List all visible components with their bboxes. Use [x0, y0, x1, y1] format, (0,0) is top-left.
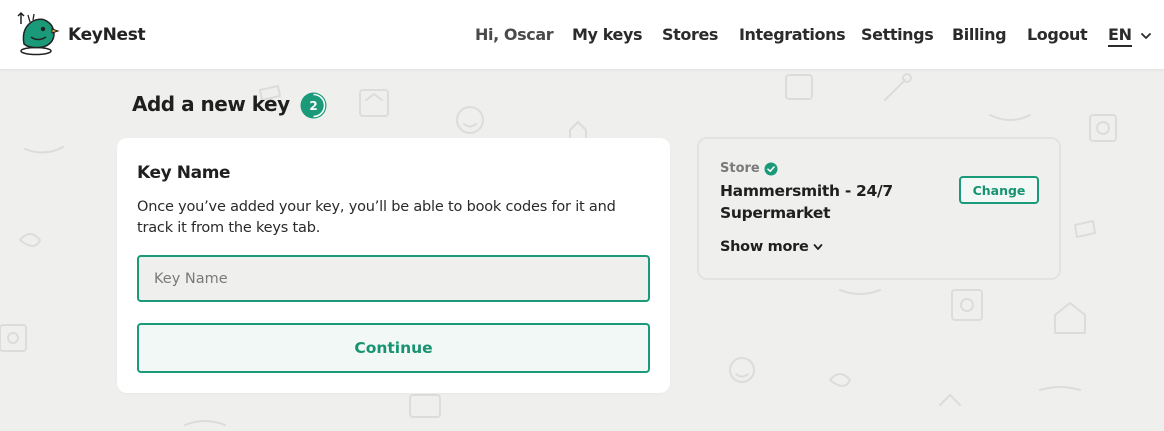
check-circle-icon [764, 162, 778, 175]
key-name-heading: Key Name [137, 163, 231, 183]
user-greeting: Hi, Oscar [475, 25, 554, 44]
change-store-button[interactable]: Change [959, 176, 1039, 204]
store-card: Store Hammersmith - 24/7 Supermarket Cha… [697, 137, 1061, 280]
nav-stores[interactable]: Stores [662, 25, 718, 44]
language-selector[interactable]: EN [1108, 25, 1152, 47]
continue-button[interactable]: Continue [137, 323, 650, 373]
store-name: Hammersmith - 24/7 Supermarket [720, 182, 893, 222]
step-indicator: 2 [299, 91, 328, 120]
nav-billing[interactable]: Billing [952, 25, 1007, 44]
key-name-description: Once you’ve added your key, you’ll be ab… [137, 199, 616, 236]
key-name-card: Key Name Once you’ve added your key, you… [117, 138, 670, 393]
brand-name[interactable]: KeyNest [68, 25, 146, 45]
chevron-down-icon [1140, 33, 1151, 39]
page-title: Add a new key [132, 92, 290, 116]
store-label: Store [720, 161, 760, 176]
show-more-label: Show more [720, 239, 809, 255]
key-name-input[interactable] [137, 255, 650, 302]
show-more-toggle[interactable]: Show more [720, 239, 823, 255]
step-number: 2 [309, 98, 318, 113]
nav-integrations[interactable]: Integrations [739, 25, 846, 44]
nav-settings[interactable]: Settings [861, 25, 934, 44]
language-code: EN [1108, 25, 1132, 47]
nav-my-keys[interactable]: My keys [572, 25, 643, 44]
chevron-down-icon [813, 244, 822, 250]
store-label-row: Store [720, 161, 778, 176]
nav-logout[interactable]: Logout [1027, 25, 1088, 44]
bird-logo-icon[interactable] [16, 10, 60, 56]
top-nav-bar: KeyNest Hi, Oscar My keys Stores Integra… [0, 0, 1164, 70]
